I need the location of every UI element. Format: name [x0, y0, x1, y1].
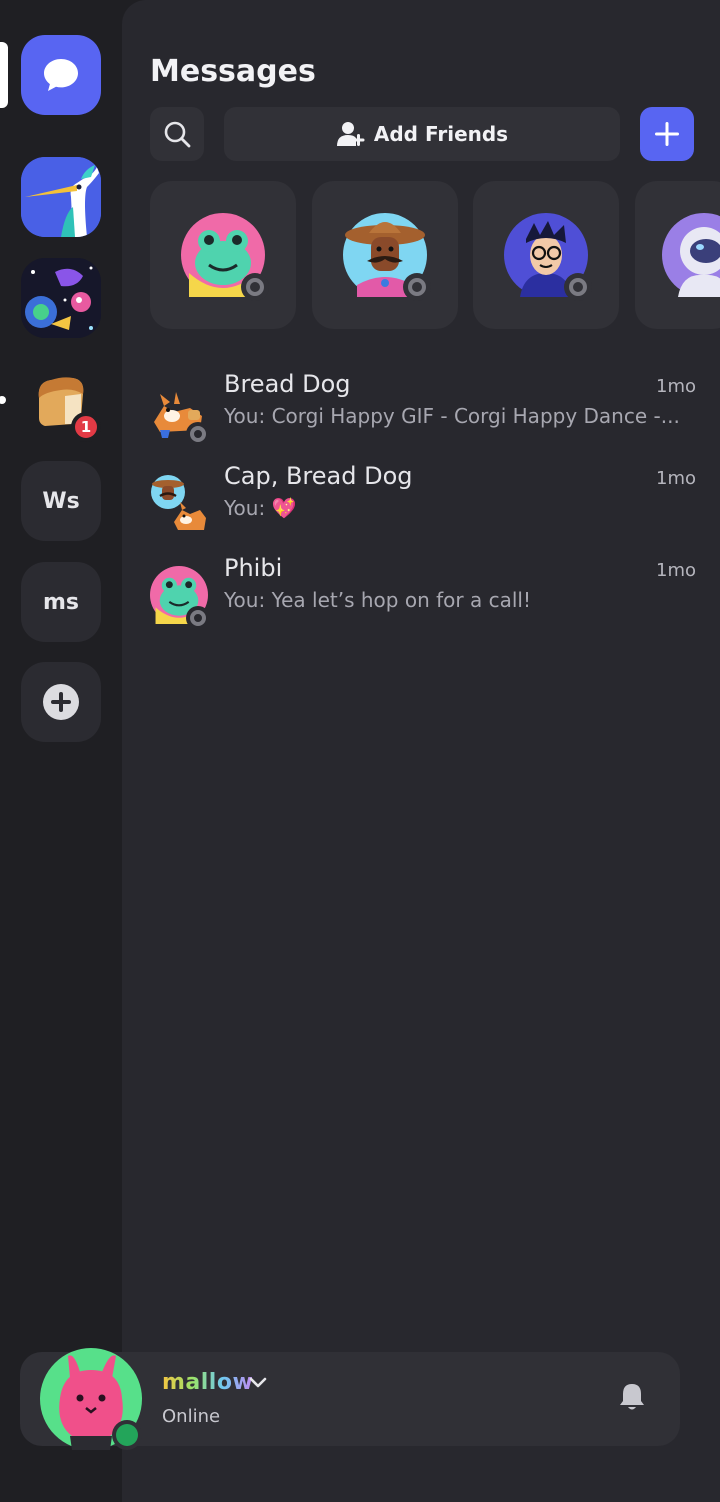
search-icon: [164, 121, 191, 148]
friend-card[interactable]: [635, 181, 720, 329]
dm-avatar: [150, 382, 210, 446]
online-dot: [116, 1424, 138, 1446]
user-avatar[interactable]: [40, 1348, 142, 1450]
friend-card[interactable]: [312, 181, 458, 329]
server-space-art[interactable]: [21, 258, 101, 338]
friend-avatar: [343, 213, 431, 301]
offline-status: [186, 422, 210, 446]
chevron-down-icon[interactable]: [248, 1376, 268, 1390]
dm-preview: You: 💖: [224, 496, 297, 520]
offline-status: [186, 606, 210, 630]
friend-avatar: [504, 213, 592, 301]
space-art-icon: [21, 258, 101, 338]
dm-row-phibi[interactable]: Phibi You: Yea let’s hop on for a call! …: [150, 554, 696, 634]
page-title: Messages: [150, 54, 316, 89]
server-bread[interactable]: 1: [21, 360, 101, 442]
dm-timestamp: 1mo: [656, 468, 696, 489]
dm-avatar: [150, 566, 210, 630]
add-friend-icon: [336, 122, 365, 146]
online-status: [112, 1420, 142, 1450]
unread-badge: 1: [71, 412, 101, 442]
server-ws[interactable]: Ws: [21, 461, 101, 541]
plus-icon: [655, 122, 679, 146]
chat-bubble-icon: [44, 59, 78, 91]
dm-name: Phibi: [224, 554, 283, 582]
search-button[interactable]: [150, 107, 204, 161]
messages-panel: Messages Add Friends Bread Dog You: Corg…: [122, 0, 720, 1502]
server-ms[interactable]: ms: [21, 562, 101, 642]
friend-avatar: [662, 213, 720, 297]
offline-status: [564, 273, 592, 301]
group-dm-avatar: [150, 474, 208, 532]
friend-card[interactable]: [150, 181, 296, 329]
plus-circle-icon: [43, 684, 79, 720]
offline-status: [241, 273, 269, 301]
dm-timestamp: 1mo: [656, 376, 696, 397]
add-server-button[interactable]: [21, 662, 101, 742]
user-status: Online: [162, 1406, 221, 1427]
dm-timestamp: 1mo: [656, 560, 696, 581]
dm-preview: You: Corgi Happy GIF - Corgi Happy Dance…: [224, 404, 680, 428]
heron-icon: [21, 157, 101, 237]
username: mallow: [162, 1370, 254, 1395]
dm-name: Cap, Bread Dog: [224, 462, 413, 490]
dm-name: Bread Dog: [224, 370, 351, 398]
direct-messages-button[interactable]: [21, 35, 101, 115]
add-friends-label: Add Friends: [373, 122, 509, 146]
server-rail: 1 Ws ms: [0, 0, 120, 1502]
friend-card[interactable]: [473, 181, 619, 329]
new-message-button[interactable]: [640, 107, 694, 161]
add-friends-button[interactable]: Add Friends: [224, 107, 620, 161]
dm-row-bread-dog[interactable]: Bread Dog You: Corgi Happy GIF - Corgi H…: [150, 370, 696, 450]
selected-indicator: [0, 42, 8, 108]
dm-preview: You: Yea let’s hop on for a call!: [224, 588, 531, 612]
offline-status: [403, 273, 431, 301]
server-heron[interactable]: [21, 157, 101, 237]
bell-icon[interactable]: [618, 1382, 646, 1412]
unread-indicator: [0, 396, 6, 404]
friend-avatar: [181, 213, 269, 301]
user-panel[interactable]: mallow Online: [20, 1348, 680, 1450]
astronaut-avatar-icon: [662, 213, 720, 297]
dm-row-cap-bread-dog[interactable]: Cap, Bread Dog You: 💖 1mo: [150, 462, 696, 542]
group-avatar-icon: [151, 475, 206, 530]
